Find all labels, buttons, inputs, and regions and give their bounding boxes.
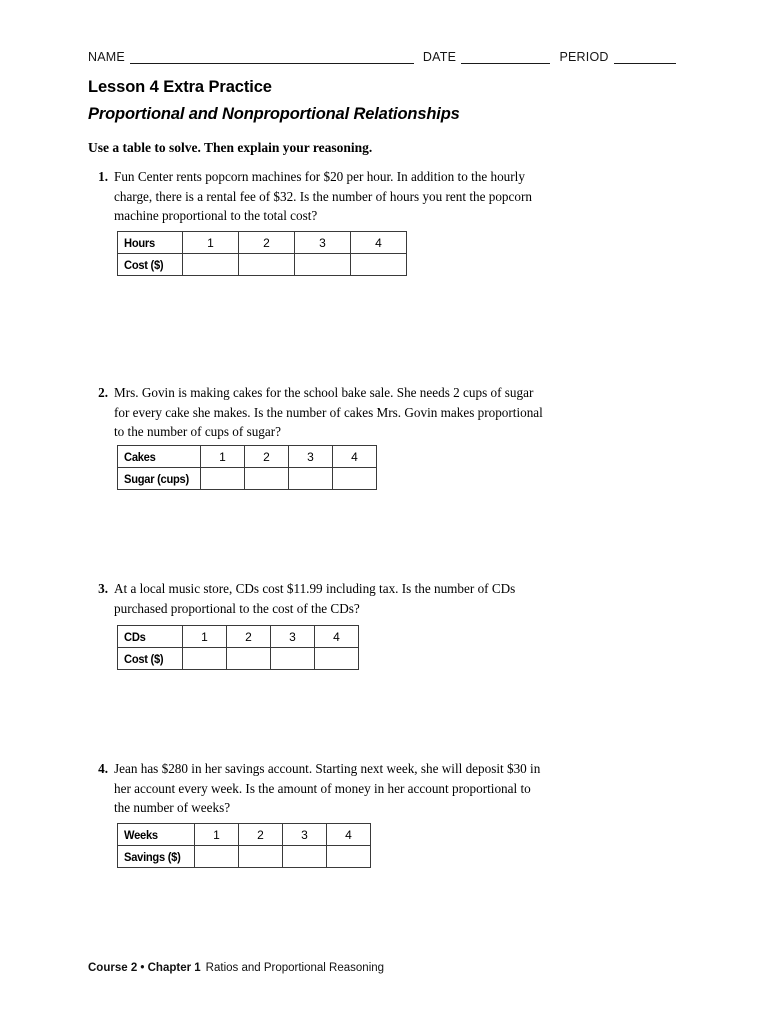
row-label: Hours bbox=[117, 231, 179, 254]
row-label: Weeks bbox=[117, 823, 190, 846]
name-write-line[interactable] bbox=[129, 50, 414, 64]
name-label: NAME bbox=[88, 50, 125, 64]
table-cell-value: 3 bbox=[282, 823, 327, 846]
directions-text: Use a table to solve. Then explain your … bbox=[88, 140, 373, 155]
problem-number: 4. bbox=[98, 761, 108, 776]
period-write-line[interactable] bbox=[613, 50, 676, 64]
table-row: Cakes 1 2 3 4 bbox=[117, 445, 377, 468]
row-label: Cakes bbox=[117, 445, 196, 468]
table-cell-value: 4 bbox=[314, 625, 359, 648]
problem-text: Jean has $280 in her savings account. St… bbox=[114, 761, 541, 815]
page-footer: Course 2 • Chapter 1 Ratios and Proportio… bbox=[88, 962, 384, 974]
answer-cell[interactable] bbox=[282, 845, 327, 868]
table-cell-value: 3 bbox=[270, 625, 315, 648]
answer-cell[interactable] bbox=[182, 647, 227, 670]
problem-number: 1. bbox=[98, 169, 108, 184]
problem-number: 2. bbox=[98, 385, 108, 400]
answer-cell[interactable] bbox=[270, 647, 315, 670]
table-cell-value: 1 bbox=[182, 231, 239, 254]
page-title: Lesson 4 Extra Practice bbox=[88, 78, 272, 96]
answer-cell[interactable] bbox=[238, 845, 283, 868]
answer-cell[interactable] bbox=[194, 845, 239, 868]
table-cell-value: 4 bbox=[326, 823, 371, 846]
student-info-row: NAME DATE PERIOD bbox=[88, 44, 676, 64]
date-write-line[interactable] bbox=[461, 50, 551, 64]
table-cell-value: 3 bbox=[288, 445, 333, 468]
table-problem-4: Weeks 1 2 3 4 Savings ($) bbox=[117, 823, 371, 868]
row-label: Sugar (cups) bbox=[117, 467, 196, 490]
problem-4: 4. Jean has $280 in her savings account.… bbox=[88, 759, 549, 818]
row-label: Savings ($) bbox=[117, 845, 190, 868]
table-cell-value: 4 bbox=[332, 445, 377, 468]
answer-cell[interactable] bbox=[326, 845, 371, 868]
answer-cell[interactable] bbox=[332, 467, 377, 490]
table-cell-value: 2 bbox=[238, 823, 283, 846]
answer-cell[interactable] bbox=[238, 253, 295, 276]
table-row: Cost ($) bbox=[117, 647, 359, 670]
problem-1: 1. Fun Center rents popcorn machines for… bbox=[88, 167, 549, 226]
problem-text: At a local music store, CDs cost $11.99 … bbox=[114, 581, 516, 616]
table-problem-1: Hours 1 2 3 4 Cost ($) bbox=[117, 231, 407, 276]
answer-cell[interactable] bbox=[200, 467, 245, 490]
table-cell-value: 1 bbox=[194, 823, 239, 846]
table-cell-value: 2 bbox=[238, 231, 295, 254]
answer-cell[interactable] bbox=[294, 253, 351, 276]
table-cell-value: 1 bbox=[200, 445, 245, 468]
page-subtitle: Proportional and Nonproportional Relatio… bbox=[88, 105, 460, 123]
footer-topic: Ratios and Proportional Reasoning bbox=[205, 962, 385, 974]
period-label: PERIOD bbox=[559, 50, 609, 64]
table-row: Hours 1 2 3 4 bbox=[117, 231, 407, 254]
table-cell-value: 4 bbox=[350, 231, 407, 254]
problem-number: 3. bbox=[98, 581, 108, 596]
table-row: CDs 1 2 3 4 bbox=[117, 625, 359, 648]
row-label: Cost ($) bbox=[117, 647, 179, 670]
problem-2: 2. Mrs. Govin is making cakes for the sc… bbox=[88, 383, 549, 442]
table-problem-2: Cakes 1 2 3 4 Sugar (cups) bbox=[117, 445, 377, 490]
table-row: Savings ($) bbox=[117, 845, 371, 868]
worksheet-page: NAME DATE PERIOD Lesson 4 Extra Practice… bbox=[0, 0, 770, 1024]
answer-cell[interactable] bbox=[244, 467, 289, 490]
date-label: DATE bbox=[422, 50, 457, 64]
problem-text: Mrs. Govin is making cakes for the schoo… bbox=[114, 385, 543, 439]
table-row: Weeks 1 2 3 4 bbox=[117, 823, 371, 846]
table-row: Cost ($) bbox=[117, 253, 407, 276]
table-cell-value: 3 bbox=[294, 231, 351, 254]
answer-cell[interactable] bbox=[314, 647, 359, 670]
table-row: Sugar (cups) bbox=[117, 467, 377, 490]
table-problem-3: CDs 1 2 3 4 Cost ($) bbox=[117, 625, 359, 670]
answer-cell[interactable] bbox=[226, 647, 271, 670]
problem-text: Fun Center rents popcorn machines for $2… bbox=[114, 169, 532, 223]
table-cell-value: 2 bbox=[226, 625, 271, 648]
row-label: Cost ($) bbox=[117, 253, 179, 276]
footer-course-chapter: Course 2 • Chapter 1 bbox=[88, 962, 201, 974]
answer-cell[interactable] bbox=[288, 467, 333, 490]
row-label: CDs bbox=[117, 625, 179, 648]
answer-cell[interactable] bbox=[350, 253, 407, 276]
answer-cell[interactable] bbox=[182, 253, 239, 276]
table-cell-value: 2 bbox=[244, 445, 289, 468]
problem-3: 3. At a local music store, CDs cost $11.… bbox=[88, 579, 549, 618]
table-cell-value: 1 bbox=[182, 625, 227, 648]
